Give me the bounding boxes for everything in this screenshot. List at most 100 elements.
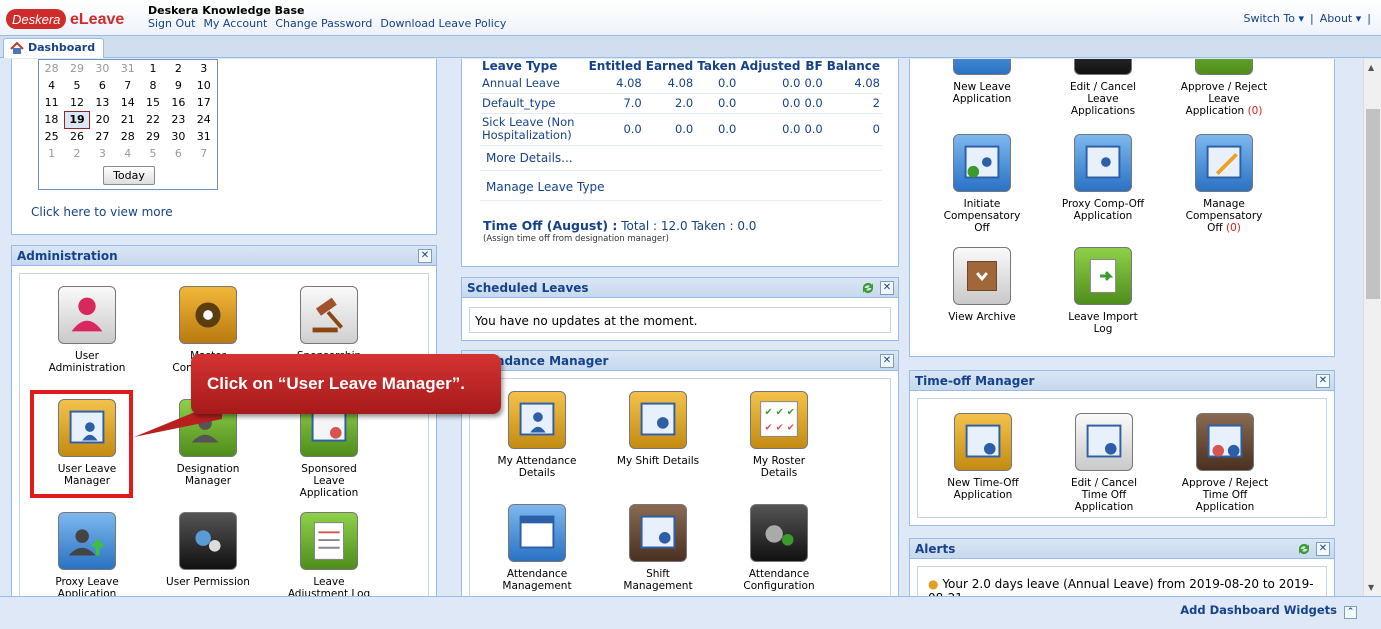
vertical-scrollbar[interactable]: ▲ ▼	[1363, 59, 1381, 596]
about-menu[interactable]: About ▾	[1320, 12, 1362, 25]
calendar-day[interactable]: 3	[90, 145, 115, 162]
new-leave-application-tile[interactable]: New Leave Application	[937, 59, 1027, 105]
calendar-day[interactable]: 17	[191, 94, 216, 111]
calendar-day[interactable]: 28	[115, 128, 140, 145]
calendar-day[interactable]: 5	[140, 145, 165, 162]
proxy-leave-application-tile[interactable]: Proxy Leave Application	[42, 512, 132, 596]
calendar-day[interactable]: 30	[166, 128, 191, 145]
edit-cancel-time-off-tile[interactable]: Edit / Cancel Time Off Application	[1059, 413, 1149, 513]
calendar-day[interactable]: 9	[166, 77, 191, 94]
calendar-day[interactable]: 25	[39, 128, 64, 145]
calendar-day[interactable]: 2	[64, 145, 89, 162]
my-shift-details-tile[interactable]: My Shift Details	[613, 391, 703, 467]
change-password-link[interactable]: Change Password	[275, 17, 372, 30]
table-cell: 7.0	[586, 93, 644, 114]
calendar-day[interactable]: 29	[140, 128, 165, 145]
calendar-day[interactable]: 1	[140, 60, 165, 77]
calendar-day[interactable]: 24	[191, 111, 216, 128]
close-icon[interactable]: ✕	[1316, 542, 1330, 556]
calendar-day[interactable]: 8	[140, 77, 165, 94]
download-policy-link[interactable]: Download Leave Policy	[380, 17, 506, 30]
switch-to-menu[interactable]: Switch To ▾	[1244, 12, 1304, 25]
calendar-day[interactable]: 31	[191, 128, 216, 145]
leave-adjustment-log-tile[interactable]: Leave Adjustment Log	[284, 512, 374, 596]
calendar-day[interactable]: 23	[166, 111, 191, 128]
my-attendance-details-tile[interactable]: My Attendance Details	[492, 391, 582, 479]
manage-leave-type-link[interactable]: Manage Leave Type	[486, 180, 605, 194]
calendar-day[interactable]: 15	[140, 94, 165, 111]
calendar-day[interactable]: 31	[115, 60, 140, 77]
add-dashboard-widgets-button[interactable]: Add Dashboard Widgets ⌃	[1180, 603, 1357, 619]
calendar-day[interactable]: 20	[90, 111, 115, 128]
approve-reject-time-off-tile[interactable]: Approve / Reject Time Off Application	[1180, 413, 1270, 513]
calendar-day[interactable]: 21	[115, 111, 140, 128]
calendar-day[interactable]: 14	[115, 94, 140, 111]
tile-label: My Shift Details	[616, 455, 700, 467]
calendar-day[interactable]: 4	[39, 77, 64, 94]
manage-compensatory-off-tile[interactable]: Manage Compensatory Off (0)	[1179, 134, 1269, 234]
leave-import-log-tile[interactable]: Leave Import Log	[1058, 247, 1148, 335]
user-permission-tile[interactable]: User Permission	[163, 512, 253, 588]
attendance-management-tile[interactable]: Attendance Management	[492, 504, 582, 592]
calendar-day[interactable]: 10	[191, 77, 216, 94]
calendar-day[interactable]: 16	[166, 94, 191, 111]
new-leave-icon	[953, 59, 1011, 75]
calendar-day[interactable]: 3	[191, 60, 216, 77]
manage-comp-icon	[1195, 134, 1253, 192]
calendar-day[interactable]: 12	[64, 94, 89, 111]
scroll-up-icon[interactable]: ▲	[1368, 63, 1374, 72]
tile-label: New Leave Application	[952, 81, 1012, 105]
user-administration-tile[interactable]: User Administration	[42, 286, 132, 374]
edit-cancel-leave-tile[interactable]: Edit / Cancel Leave Applications	[1058, 59, 1148, 117]
calendar-day[interactable]: 5	[64, 77, 89, 94]
sponsored-leave-application-tile[interactable]: Sponsored Leave Application	[284, 399, 374, 499]
close-icon[interactable]: ✕	[880, 281, 894, 295]
attendance-configuration-tile[interactable]: Attendance Configuration	[734, 504, 824, 592]
tab-bar: Dashboard	[0, 36, 1381, 58]
close-icon[interactable]: ✕	[418, 249, 432, 263]
calendar-day[interactable]: 28	[39, 60, 64, 77]
calendar-day[interactable]: 27	[90, 128, 115, 145]
calendar-day[interactable]: 2	[166, 60, 191, 77]
calendar-day[interactable]: 19	[63, 110, 91, 129]
deskera-logo[interactable]: Deskera eLeave	[6, 6, 134, 30]
table-cell: 0.0	[738, 73, 803, 94]
calendar-day[interactable]: 26	[64, 128, 89, 145]
refresh-icon[interactable]	[1296, 541, 1312, 557]
view-more-link[interactable]: Click here to view more	[31, 205, 173, 219]
more-details-link[interactable]: More Details...	[486, 151, 573, 165]
new-time-off-tile[interactable]: New Time-Off Application	[938, 413, 1028, 501]
scroll-thumb[interactable]	[1366, 109, 1380, 299]
calendar-day[interactable]: 7	[191, 145, 216, 162]
calendar-day[interactable]: 29	[64, 60, 89, 77]
scroll-down-icon[interactable]: ▼	[1368, 583, 1374, 592]
calendar-day[interactable]: 13	[90, 94, 115, 111]
today-button[interactable]: Today	[103, 166, 155, 185]
refresh-icon[interactable]	[860, 280, 876, 296]
calendar-day[interactable]: 6	[90, 77, 115, 94]
view-archive-tile[interactable]: View Archive	[937, 247, 1027, 323]
table-cell: 0.0	[643, 113, 696, 146]
leave-application-panel: New Leave Application Edit / Cancel Leav…	[909, 59, 1335, 357]
calendar-day[interactable]: 30	[90, 60, 115, 77]
sponsorship-tile[interactable]: Sponsorship	[284, 286, 374, 362]
close-icon[interactable]: ✕	[880, 354, 894, 368]
approve-reject-leave-tile[interactable]: Approve / Reject Leave Application (0)	[1179, 59, 1269, 117]
configuration-icon	[750, 504, 808, 562]
my-account-link[interactable]: My Account	[203, 17, 267, 30]
my-roster-details-tile[interactable]: ✔ ✔ ✔ ✔ ✔ ✔ My Roster Details	[734, 391, 824, 479]
shift-management-tile[interactable]: Shift Management	[613, 504, 703, 592]
close-icon[interactable]: ✕	[1316, 374, 1330, 388]
calendar-day[interactable]: 6	[166, 145, 191, 162]
time-off-label: Time Off (August) :	[483, 218, 618, 233]
tab-dashboard[interactable]: Dashboard	[3, 38, 105, 58]
calendar-day[interactable]: 18	[39, 111, 64, 128]
calendar-day[interactable]: 7	[115, 77, 140, 94]
calendar-day[interactable]: 22	[140, 111, 165, 128]
calendar-day[interactable]: 11	[39, 94, 64, 111]
proxy-comp-off-tile[interactable]: Proxy Comp-Off Application	[1058, 134, 1148, 222]
calendar-day[interactable]: 1	[39, 145, 64, 162]
sign-out-link[interactable]: Sign Out	[148, 17, 195, 30]
initiate-compensatory-off-tile[interactable]: Initiate Compensatory Off	[937, 134, 1027, 234]
calendar-day[interactable]: 4	[115, 145, 140, 162]
